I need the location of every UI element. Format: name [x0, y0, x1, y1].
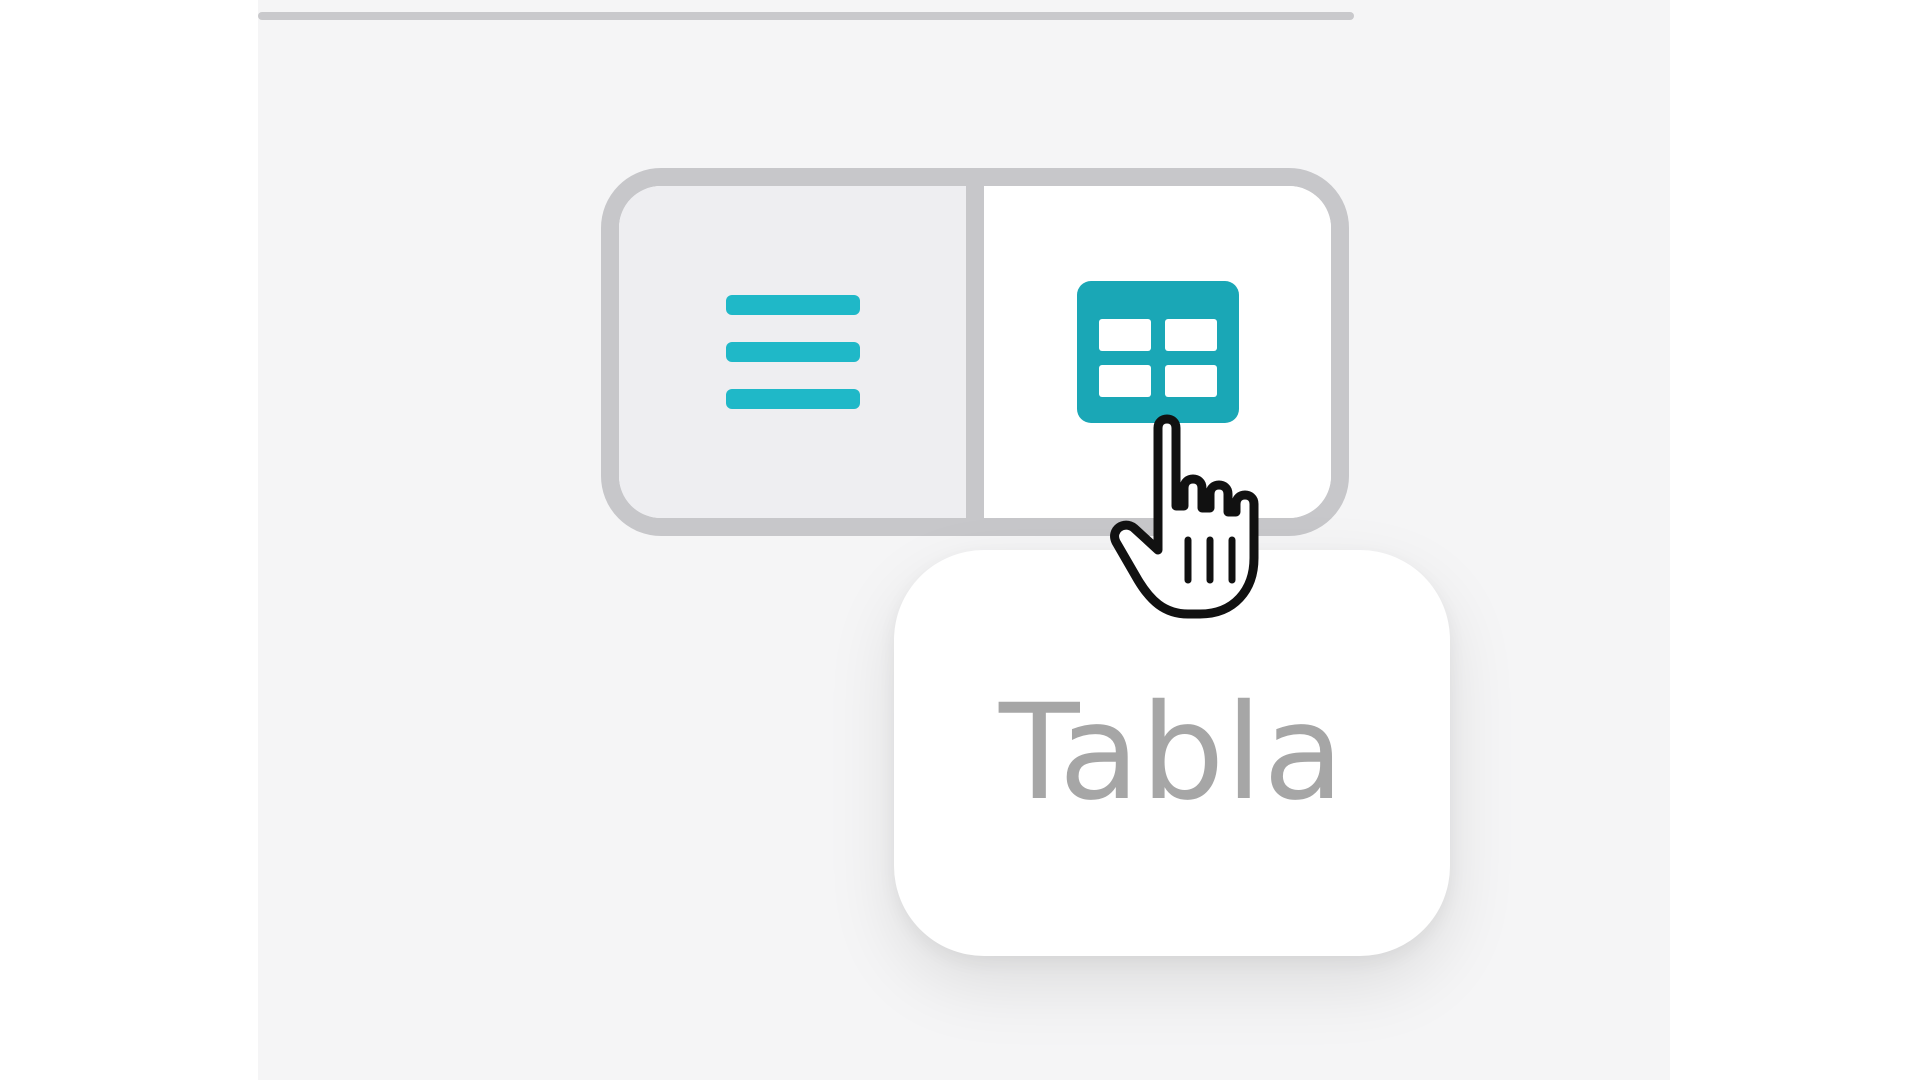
table-grid-icon [1076, 281, 1239, 423]
tooltip-label: Tabla [998, 676, 1346, 830]
top-divider [258, 12, 1354, 20]
list-view-button[interactable] [619, 186, 984, 518]
page-canvas: Tabla [258, 0, 1670, 1080]
list-icon [725, 295, 860, 409]
hand-pointer-cursor [1110, 414, 1259, 619]
